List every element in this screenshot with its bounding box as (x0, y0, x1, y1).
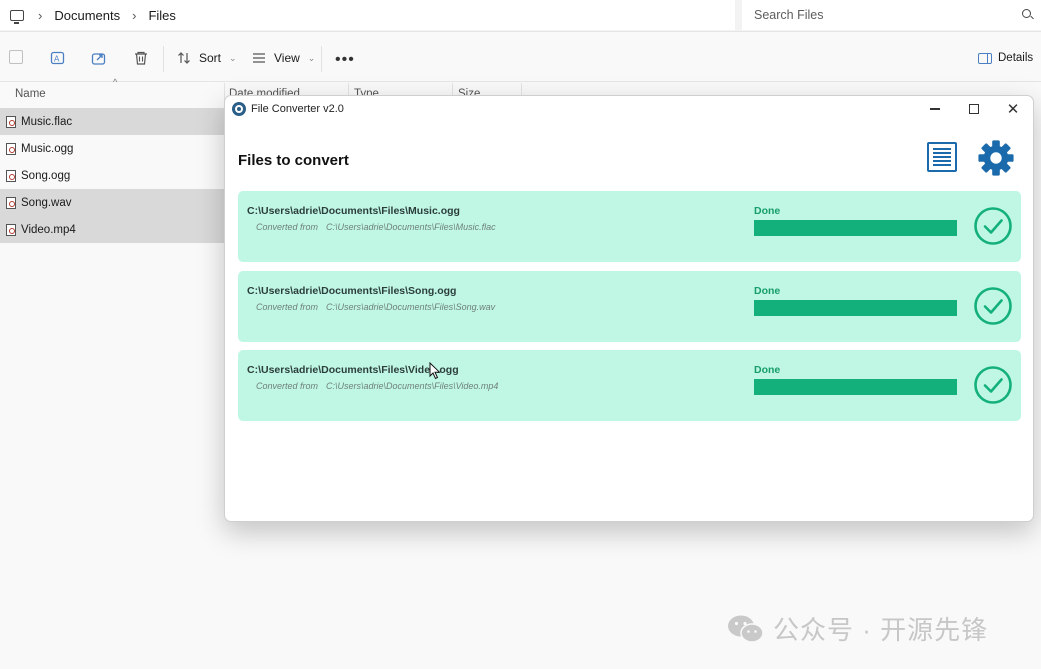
copy-icon[interactable] (9, 50, 23, 64)
page-title: Files to convert (238, 152, 349, 169)
sort-button[interactable]: Sort ⌄ (177, 51, 237, 65)
view-icon (253, 53, 265, 63)
maximize-icon (969, 104, 979, 114)
breadcrumb[interactable]: › Documents › Files (0, 0, 735, 30)
search-box[interactable]: Search Files (742, 0, 1041, 30)
details-label: Details (998, 52, 1034, 64)
app-logo-icon (232, 102, 246, 116)
source-path: C:\Users\adrie\Documents\Files\Song.wav (326, 302, 496, 312)
minimize-button[interactable] (915, 96, 955, 122)
more-icon[interactable]: ••• (335, 51, 355, 69)
converted-from-label: Converted from (256, 381, 319, 391)
chevron-right-icon: › (132, 7, 137, 23)
minimize-icon (930, 108, 940, 110)
source-info: Converted from C:\Users\adrie\Documents\F… (256, 381, 498, 391)
sort-icon (178, 52, 190, 64)
checkmark-circle-icon (974, 207, 1012, 245)
source-info: Converted from C:\Users\adrie\Documents\F… (256, 302, 495, 312)
divider (321, 46, 322, 72)
video-file-icon (6, 223, 16, 236)
file-name: Song.ogg (21, 169, 71, 182)
progress-bar (754, 379, 957, 395)
list-item[interactable]: Song.ogg (0, 162, 224, 189)
file-name: Song.wav (21, 196, 72, 209)
address-bar: › Documents › Files Search Files (0, 0, 1041, 32)
status-label: Done (754, 285, 781, 297)
close-button[interactable]: ✕ (993, 96, 1033, 122)
output-path: C:\Users\adrie\Documents\Files\Music.ogg (247, 205, 460, 217)
breadcrumb-documents[interactable]: Documents (54, 8, 120, 23)
file-name: Music.ogg (21, 142, 74, 155)
delete-icon[interactable] (133, 50, 149, 69)
audio-file-icon (6, 142, 16, 155)
sort-label: Sort (199, 51, 222, 65)
window-title: File Converter v2.0 (251, 103, 344, 115)
status-label: Done (754, 364, 781, 376)
conversion-item: C:\Users\adrie\Documents\Files\Music.ogg… (238, 191, 1021, 262)
svg-text:A: A (54, 55, 60, 64)
progress-fill (754, 379, 957, 395)
watermark-text: 公众号 · 开源先锋 (773, 615, 989, 645)
computer-icon[interactable] (10, 9, 24, 24)
audio-file-icon (6, 169, 16, 182)
maximize-button[interactable] (954, 96, 994, 122)
output-path: C:\Users\adrie\Documents\Files\Video.ogg (247, 364, 459, 376)
checkmark-circle-icon (974, 287, 1012, 325)
breadcrumb-files[interactable]: Files (148, 8, 175, 23)
progress-bar (754, 300, 957, 316)
list-icon[interactable] (927, 142, 957, 172)
gear-icon[interactable] (977, 139, 1015, 177)
divider (163, 46, 164, 72)
chevron-down-icon: ⌄ (307, 52, 316, 63)
command-bar: A Sort ⌄ View ⌄ ••• Details (0, 36, 1041, 82)
conversion-item: C:\Users\adrie\Documents\Files\Video.ogg… (238, 350, 1021, 421)
source-path: C:\Users\adrie\Documents\Files\Video.mp4 (326, 381, 499, 391)
list-item[interactable]: Video.mp4 (0, 216, 224, 243)
view-label: View (274, 51, 300, 65)
wechat-icon (728, 615, 764, 643)
audio-file-icon (6, 196, 16, 209)
progress-bar (754, 220, 957, 236)
source-path: C:\Users\adrie\Documents\Files\Music.fla… (326, 222, 496, 232)
progress-fill (754, 300, 957, 316)
file-list: Music.flac Music.ogg Song.ogg Song.wav V… (0, 108, 224, 243)
list-item[interactable]: Music.ogg (0, 135, 224, 162)
view-button[interactable]: View ⌄ (252, 51, 315, 65)
column-name[interactable]: Name (15, 88, 46, 100)
search-input[interactable]: Search Files (754, 8, 823, 22)
conversion-item: C:\Users\adrie\Documents\Files\Song.ogg … (238, 271, 1021, 342)
details-button[interactable]: Details (978, 52, 1033, 64)
chevron-down-icon: ⌄ (229, 52, 237, 63)
chevron-right-icon: › (38, 7, 43, 23)
watermark: 公众号 · 开源先锋 (727, 610, 988, 647)
title-bar[interactable]: File Converter v2.0 ✕ (225, 96, 1033, 122)
mouse-cursor-icon (429, 362, 441, 380)
converted-from-label: Converted from (256, 222, 319, 232)
sort-ascending-icon: ^ (113, 77, 118, 87)
output-path: C:\Users\adrie\Documents\Files\Song.ogg (247, 285, 457, 297)
status-label: Done (754, 205, 781, 217)
audio-file-icon (6, 115, 16, 128)
close-icon: ✕ (1006, 100, 1020, 118)
rename-icon[interactable]: A (50, 50, 66, 69)
converter-window: File Converter v2.0 ✕ Files to convert C… (224, 95, 1034, 522)
checkmark-circle-icon (974, 366, 1012, 404)
details-pane-icon (978, 52, 992, 64)
file-name: Video.mp4 (21, 223, 76, 236)
progress-fill (754, 220, 957, 236)
list-item[interactable]: Song.wav (0, 189, 224, 216)
list-item[interactable]: Music.flac (0, 108, 224, 135)
file-name: Music.flac (21, 115, 73, 128)
search-icon (1022, 9, 1031, 18)
share-icon[interactable] (91, 50, 107, 69)
converted-from-label: Converted from (256, 302, 319, 312)
source-info: Converted from C:\Users\adrie\Documents\F… (256, 222, 496, 232)
